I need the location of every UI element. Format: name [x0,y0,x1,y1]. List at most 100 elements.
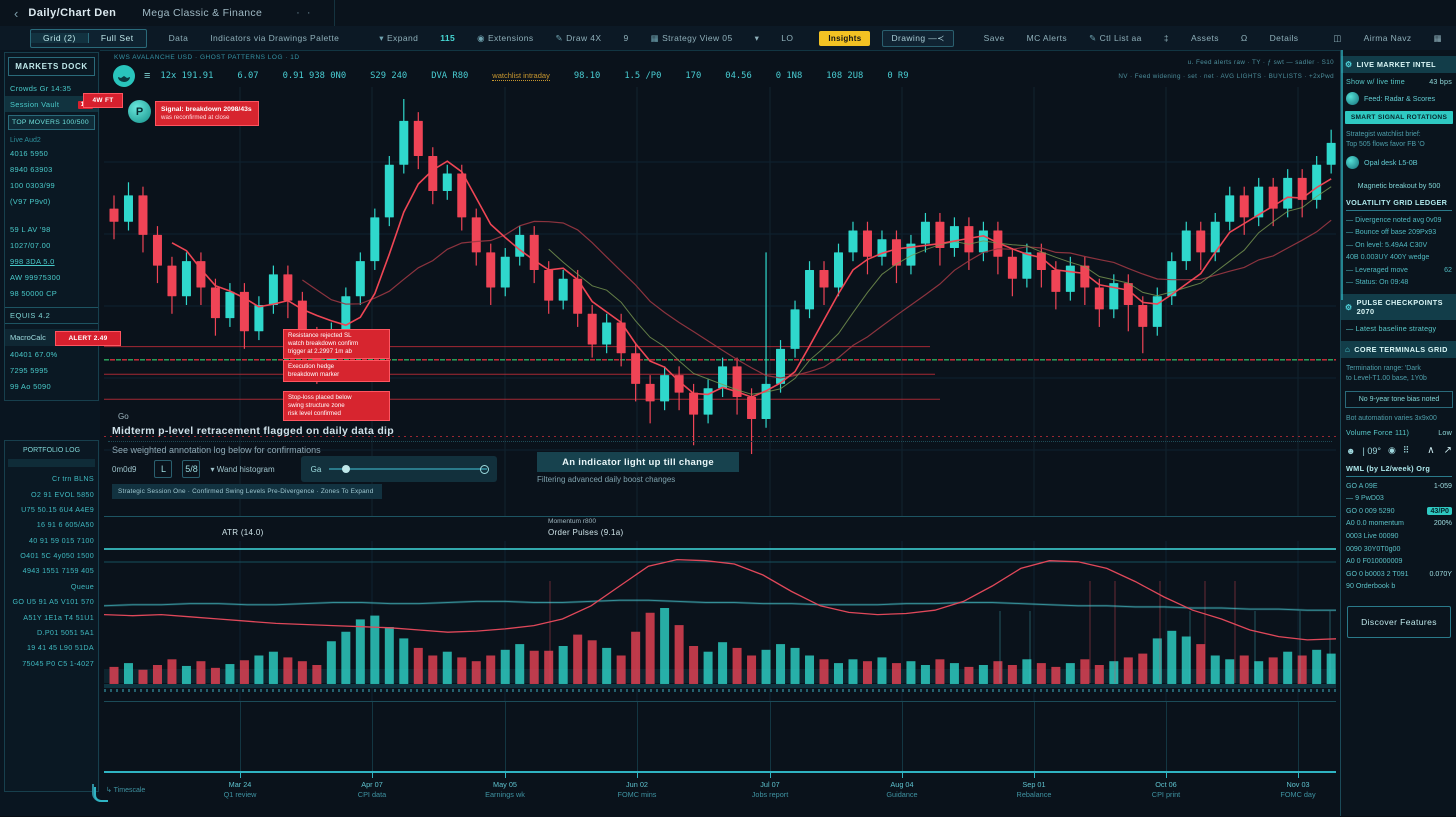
feed-row-2[interactable]: Opal desk L5-0B [1341,150,1456,169]
list-item[interactable]: Crowds Gr 14:35 [5,80,98,96]
alerts-button[interactable]: MC Alerts [1027,33,1067,43]
stat-row[interactable]: 0003 Live 00090 [1341,527,1456,540]
stat-row[interactable]: GO 0 009 529043/P0 [1341,502,1456,515]
list-item[interactable]: D.P01 5051 5A1 [5,625,98,640]
tab-grid[interactable]: Grid (2) [31,33,89,43]
assets-button[interactable]: Assets [1191,33,1219,43]
list-item[interactable]: 4016 5950 [5,145,98,161]
workspace-tab[interactable]: Mega Classic & Finance [142,7,262,19]
list-item[interactable]: (V97 P9v0) [5,193,98,209]
section-pulse-checkpoints[interactable]: ⚙PULSE CHECKPOINTS 2070 [1341,294,1456,320]
axis-label[interactable]: Sep 01Rebalance [992,780,1076,799]
menu-data[interactable]: Data [169,33,189,43]
list-item[interactable]: 40401 67.0% [5,346,98,362]
more-options-icon[interactable]: · · [296,7,312,19]
axis-label[interactable]: Jul 07Jobs report [728,780,812,799]
list-item[interactable]: 7295 5995 [5,362,98,378]
stat-row[interactable]: GO 0 b0003 2 T0910.070Y [1341,565,1456,578]
watchlist-note[interactable]: watchlist intraday [492,71,550,81]
wml-section-title[interactable]: WML (by L2/week) Org [1346,464,1452,477]
symbol-avatar[interactable] [112,64,136,88]
axis-label[interactable]: May 05Earnings wk [463,780,547,799]
chart-area[interactable]: KWS AVALANCHE USD · GHOST PATTERNS LOG ·… [100,50,1340,817]
stat-row[interactable]: — 9 PwD03 [1341,490,1456,503]
lower-indicator-pane[interactable] [104,701,1336,772]
discover-features-button[interactable]: Discover Features [1347,606,1451,638]
section-live-market-intel[interactable]: ⚙LIVE MARKET INTEL [1341,56,1456,73]
layout-l-icon[interactable]: L [154,460,172,478]
list-item[interactable]: U75 50.15 6U4 A4E9 [5,502,98,517]
collapse-up-icon[interactable]: ∧ [1427,445,1434,456]
volatility-ledger-title[interactable]: VOLATILITY GRID LEDGER [1346,198,1452,211]
indicator-highlight-panel[interactable]: An indicator light up till change [537,452,739,472]
pane-label-atr[interactable]: ATR (14.0) [222,528,264,537]
stat-row[interactable]: A0 0 F010000009 [1341,553,1456,566]
stat-row[interactable]: GO A 09E1-059 [1341,477,1456,490]
person-icon[interactable]: ☻ [1346,446,1355,456]
bullet-item[interactable]: — Status: On 09:48 [1341,274,1456,287]
list-item[interactable]: 998 3DA 5.0 [5,253,98,269]
circle-dot-icon[interactable]: ◉ [1388,445,1396,456]
fraction-toggle[interactable]: 5/8 [182,460,200,478]
list-item[interactable]: Cr trn BLNS [5,471,98,486]
list-item[interactable]: Queue [5,579,98,594]
list-item[interactable]: 99 Ao 5090 [5,378,98,394]
list-item[interactable]: AW 99975300 [5,269,98,285]
back-chevron-icon[interactable]: ‹ [14,6,18,21]
slider-track[interactable] [329,468,486,470]
session-vault-row[interactable]: Session Vault1/2 [5,96,98,112]
list-item[interactable]: 100 0303/99 [5,177,98,193]
volume-oscillator-pane[interactable] [104,541,1336,701]
baseline-strategy-row[interactable]: — Latest baseline strategy [1341,320,1456,333]
details-button[interactable]: Details [1270,33,1299,43]
tone-bias-note-box[interactable]: No 9-year tone bias noted [1345,391,1453,408]
axis-label[interactable]: Apr 07CPI data [330,780,414,799]
axis-label[interactable]: Oct 06CPI print [1124,780,1208,799]
volume-force-row[interactable]: Volume Force 111)Low [1341,424,1456,437]
drawing-select[interactable]: Drawing —≺ [882,30,953,47]
expand-arrow-icon[interactable]: ↗ [1444,445,1452,456]
list-item[interactable]: 59 L AV '98 [5,221,98,237]
extensions-button[interactable]: ◉Extensions [477,33,533,44]
expand-dropdown[interactable]: ▾Expand [379,33,418,44]
lo-button[interactable]: LO [781,33,793,43]
time-axis[interactable] [104,771,1336,773]
feed-row-1[interactable]: Feed: Radar & Scores [1341,86,1456,105]
headphones-icon[interactable]: Ω [1241,33,1248,43]
stat-row[interactable]: A0 0.0 momentum200% [1341,515,1456,528]
pane-label-oscillator[interactable]: Order Pulses (9.1a) [548,528,624,537]
strategy-view-button[interactable]: ▦Strategy View 05 [651,33,733,44]
save-button[interactable]: Save [984,33,1005,43]
list-item[interactable]: GO U5 91 A5 V101 570 [5,594,98,609]
macrocalc-button[interactable]: MacroCalc [5,329,98,346]
notifications-icon[interactable]: ◫ [1333,33,1341,44]
list-item[interactable]: O2 91 EVOL 5850 [5,486,98,501]
menu-separator-icon[interactable]: ≡ [144,70,150,82]
insights-button[interactable]: Insights [819,31,870,46]
interval-value[interactable]: 115 [440,33,455,43]
section-core-terminals[interactable]: ⌂CORE TERMINALS GRID [1341,341,1456,358]
list-item[interactable]: O401 5C 4y050 1500 [5,548,98,563]
bullet-item[interactable]: 40B 0.003UY 400Y wedge [1341,249,1456,262]
caret-button[interactable]: ▾ [755,33,760,44]
bullet-item[interactable]: — On level: 5.49A4 C30V [1341,236,1456,249]
count-label[interactable]: 9 [623,33,628,43]
bullet-item[interactable]: — Bounce off base 209Px93 [1341,224,1456,237]
grid-dots-icon[interactable]: ⠿ [1403,445,1410,456]
list-item[interactable]: 40 91 59 015 7100 [5,533,98,548]
wand-histogram-option[interactable]: ▾ Wand histogram [210,465,274,474]
menu-indicators[interactable]: Indicators via Drawings Palette [210,33,339,43]
axis-label[interactable]: Nov 03FOMC day [1256,780,1340,799]
list-item[interactable]: 4943 1551 7159 405 [5,563,98,578]
user-menu-label[interactable]: Airma Navz [1364,33,1412,43]
stat-row[interactable]: 90 Orderbook b [1341,578,1456,591]
smart-signal-pill[interactable]: SMART SIGNAL ROTATIONS [1345,111,1453,124]
tab-fullset[interactable]: Full Set [89,33,146,43]
list-item[interactable]: 8940 63903 [5,161,98,177]
axis-label[interactable]: Jun 02FOMC mins [595,780,679,799]
bullet-item[interactable]: — Leveraged move62 [1341,261,1456,274]
list-item[interactable]: 19 41 45 L90 51DA [5,640,98,655]
apps-grid-icon[interactable]: ▦ [1434,33,1442,44]
range-slider[interactable]: Ga [301,456,497,482]
ctl-list-button[interactable]: ✎Ctl List aa [1089,33,1142,44]
